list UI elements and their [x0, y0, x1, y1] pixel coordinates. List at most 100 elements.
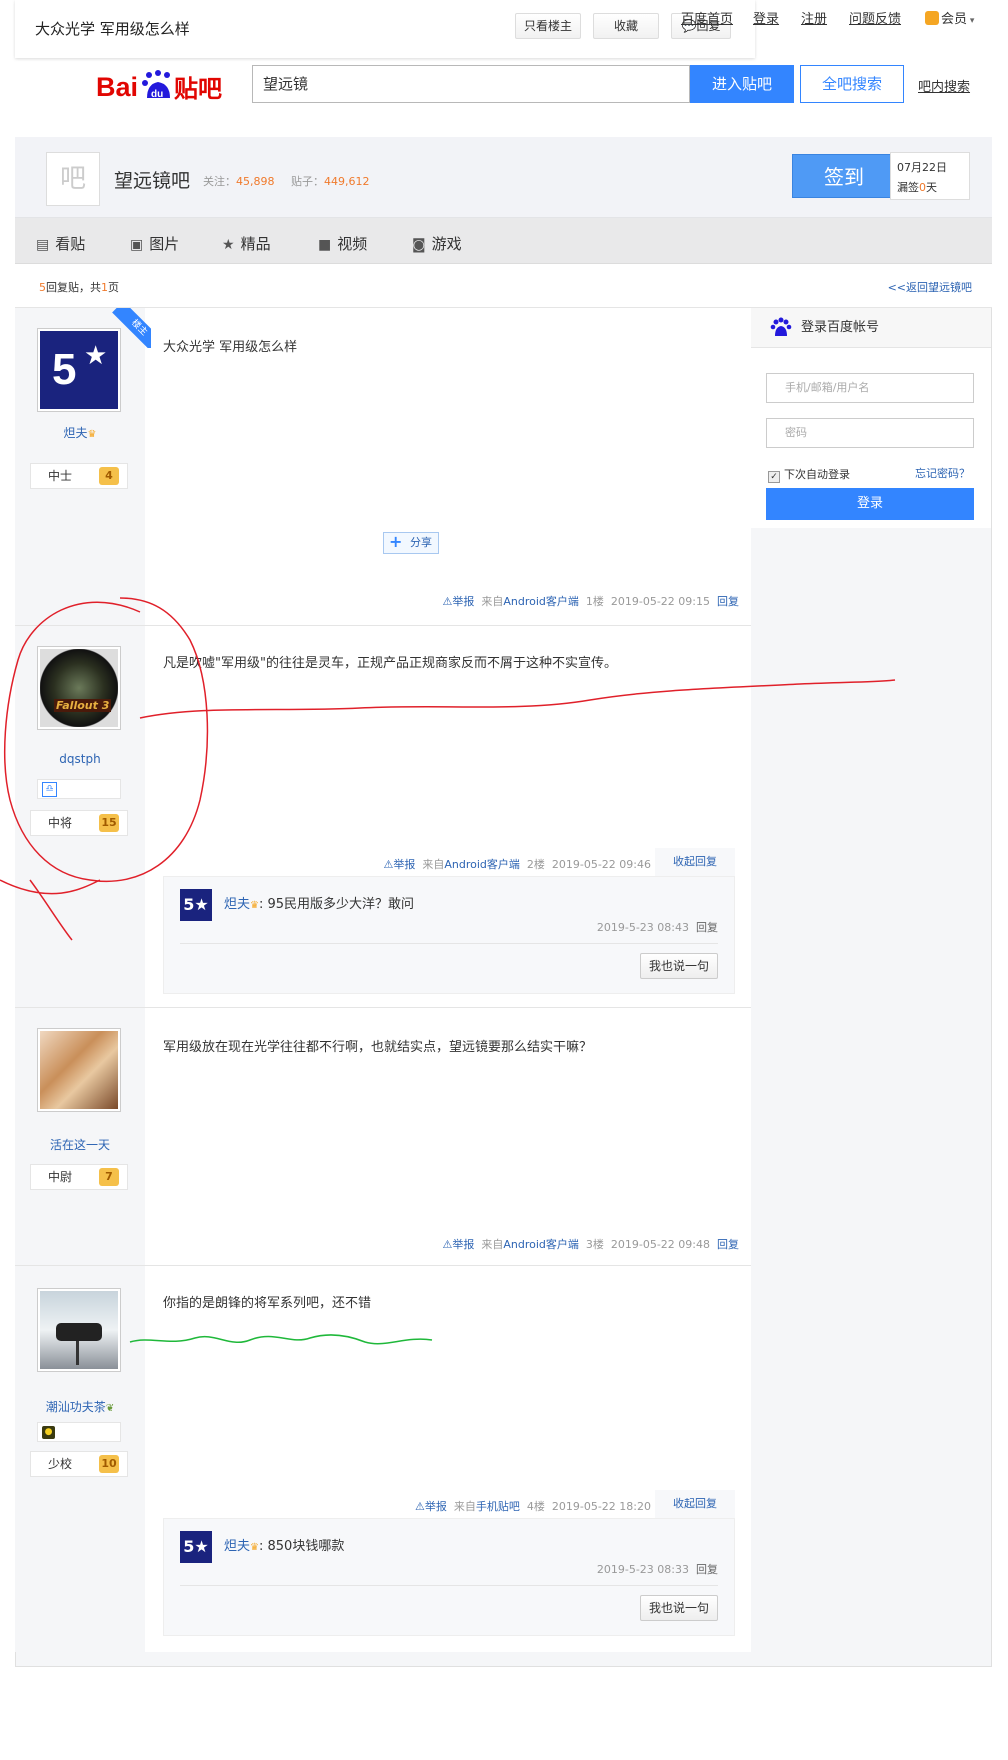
- post-floor-3: 活在这一天 中尉 7 军用级放在现在光学往往都不行啊，也就结实点，望远镜要那么结实…: [15, 1008, 751, 1266]
- user-rank[interactable]: 中尉 7: [30, 1164, 128, 1190]
- sub-replies: 5★ 炟夫♛: 850块钱哪款 2019-5-23 08:33 回复 我也说一句: [163, 1518, 735, 1636]
- username-field[interactable]: 手机/邮箱/用户名: [766, 373, 974, 403]
- member-label: 会员: [941, 12, 968, 27]
- enter-bar-button[interactable]: 进入贴吧: [690, 65, 794, 103]
- user-rank[interactable]: 少校 10: [30, 1451, 128, 1477]
- user-rank[interactable]: 中士 4: [30, 463, 128, 489]
- source-prefix: 来自: [481, 1238, 504, 1251]
- collapse-replies-link[interactable]: 收起回复: [655, 848, 735, 876]
- user-rank[interactable]: 中将 15: [30, 810, 128, 836]
- sub-reply-content: 850块钱哪款: [267, 1539, 345, 1554]
- reply-link[interactable]: 回复: [717, 1238, 739, 1251]
- forum-post-stat: 贴子：449,612: [291, 173, 370, 189]
- share-label: 分享: [410, 536, 432, 549]
- floor-number: 2楼: [526, 858, 545, 871]
- tab-images[interactable]: ▣ 图片: [130, 233, 179, 254]
- nav-baidu-home[interactable]: 百度首页: [681, 8, 733, 27]
- source-prefix: 来自: [422, 858, 445, 871]
- tab-video[interactable]: ■ 视频: [318, 233, 367, 254]
- tab-label: 图片: [149, 235, 180, 253]
- sub-reply-avatar[interactable]: 5★: [180, 1531, 212, 1563]
- sub-reply-time: 2019-5-23 08:33: [596, 1563, 689, 1576]
- reply-count: 5: [39, 281, 46, 294]
- post-username[interactable]: 炟夫♛: [15, 424, 145, 441]
- tab-posts[interactable]: ▤ 看贴: [36, 233, 85, 254]
- avatar[interactable]: [37, 1028, 121, 1112]
- say-something-button[interactable]: 我也说一句: [640, 953, 718, 979]
- report-link[interactable]: ⚠举报: [383, 858, 415, 871]
- search-input[interactable]: 望远镜: [252, 65, 690, 103]
- nav-member[interactable]: 会员 ▾: [925, 8, 974, 27]
- reply-link[interactable]: 回复: [717, 595, 739, 608]
- say-something-button[interactable]: 我也说一句: [640, 1595, 718, 1621]
- sub-reply-meta: 2019-5-23 08:43 回复: [597, 919, 718, 935]
- forum-icon[interactable]: 吧: [46, 152, 100, 206]
- source-link[interactable]: Android客户端: [503, 1238, 579, 1251]
- back-to-bar-link[interactable]: <<返回望远镜吧: [888, 279, 972, 295]
- sub-reply-reply-link[interactable]: 回复: [696, 921, 718, 934]
- medal-icon: ●: [42, 1426, 55, 1439]
- sign-missed: 漏签0天: [897, 179, 969, 195]
- plus-icon: +: [389, 532, 403, 551]
- forum-name[interactable]: 望远镜吧: [114, 166, 190, 193]
- post-username[interactable]: 活在这一天: [15, 1136, 145, 1153]
- floor-number: 4楼: [526, 1500, 545, 1513]
- leaf-icon: ❦: [105, 1403, 115, 1414]
- divider: [180, 943, 718, 944]
- sub-reply-reply-link[interactable]: 回复: [696, 1563, 718, 1576]
- svg-text:du: du: [151, 89, 163, 100]
- avatar[interactable]: Fallout 3: [37, 646, 121, 730]
- password-field[interactable]: 密码: [766, 418, 974, 448]
- avatar[interactable]: [37, 1288, 121, 1372]
- sign-info: 07月22日 漏签0天: [890, 152, 970, 200]
- rank-label: 少校: [48, 1457, 73, 1471]
- sign-missed-label: 漏签: [897, 181, 919, 194]
- baidu-tieba-logo[interactable]: Bai du 贴吧: [96, 66, 236, 106]
- level-badge: 7: [99, 1168, 119, 1186]
- source-link[interactable]: Android客户端: [503, 595, 579, 608]
- post-tail: ⚠举报 来自手机贴吧 4楼 2019-05-22 18:20: [415, 1498, 651, 1514]
- nav-feedback[interactable]: 问题反馈: [849, 8, 901, 27]
- tab-games[interactable]: ◙ 游戏: [412, 233, 462, 254]
- baidu-paw-icon: [770, 317, 792, 342]
- only-owner-button[interactable]: 只看楼主: [515, 13, 581, 39]
- forgot-password-link[interactable]: 忘记密码？: [915, 465, 970, 481]
- level-badge: 4: [99, 467, 119, 485]
- search-in-bar-link[interactable]: 吧内搜索: [918, 76, 970, 95]
- report-link[interactable]: ⚠举报: [442, 1238, 474, 1251]
- reply-count-label: 回复贴，共: [46, 281, 101, 294]
- post-time: 2019-05-22 09:15: [610, 595, 710, 608]
- avatar[interactable]: 5 ★: [37, 328, 121, 412]
- warning-icon: ⚠: [442, 595, 453, 608]
- sub-reply-time: 2019-5-23 08:43: [596, 921, 689, 934]
- tab-featured[interactable]: ★ 精品: [222, 233, 271, 254]
- sub-reply-user[interactable]: 炟夫: [224, 897, 250, 912]
- source-link[interactable]: 手机贴吧: [476, 1500, 520, 1513]
- doc-icon: ▤: [36, 237, 50, 253]
- sub-reply-user[interactable]: 炟夫: [224, 1539, 250, 1554]
- nav-login[interactable]: 登录: [753, 8, 779, 27]
- favorite-button[interactable]: 收藏: [593, 13, 659, 39]
- nav-register[interactable]: 注册: [801, 8, 827, 27]
- sub-reply-avatar[interactable]: 5★: [180, 889, 212, 921]
- sub-reply-text: 炟夫♛: 850块钱哪款: [224, 1539, 345, 1554]
- post-username[interactable]: 潮汕功夫茶❦: [15, 1398, 145, 1415]
- post-content: 大众光学 军用级怎么样: [163, 340, 298, 355]
- login-button[interactable]: 登录: [766, 488, 974, 520]
- follow-count: 45,898: [236, 175, 275, 188]
- rank-label: 中士: [48, 469, 73, 483]
- share-button[interactable]: + 分享: [383, 532, 439, 554]
- sign-in-button[interactable]: 签到: [792, 154, 896, 198]
- source-link[interactable]: Android客户端: [444, 858, 520, 871]
- remember-login[interactable]: ✓ 下次自动登录: [768, 466, 850, 483]
- sign-missed-unit: 天: [926, 181, 937, 194]
- post-time: 2019-05-22 18:20: [551, 1500, 651, 1513]
- post-content: 军用级放在现在光学往往都不行啊，也就结实点，望远镜要那么结实干嘛？: [163, 1040, 593, 1055]
- post-label: 贴子：: [291, 175, 324, 188]
- post-username[interactable]: dqstph: [15, 752, 145, 766]
- report-link[interactable]: ⚠举报: [415, 1500, 447, 1513]
- report-link[interactable]: ⚠举报: [442, 595, 474, 608]
- report-label: 举报: [424, 1500, 447, 1513]
- search-all-button[interactable]: 全吧搜索: [800, 65, 904, 103]
- collapse-replies-link[interactable]: 收起回复: [655, 1490, 735, 1518]
